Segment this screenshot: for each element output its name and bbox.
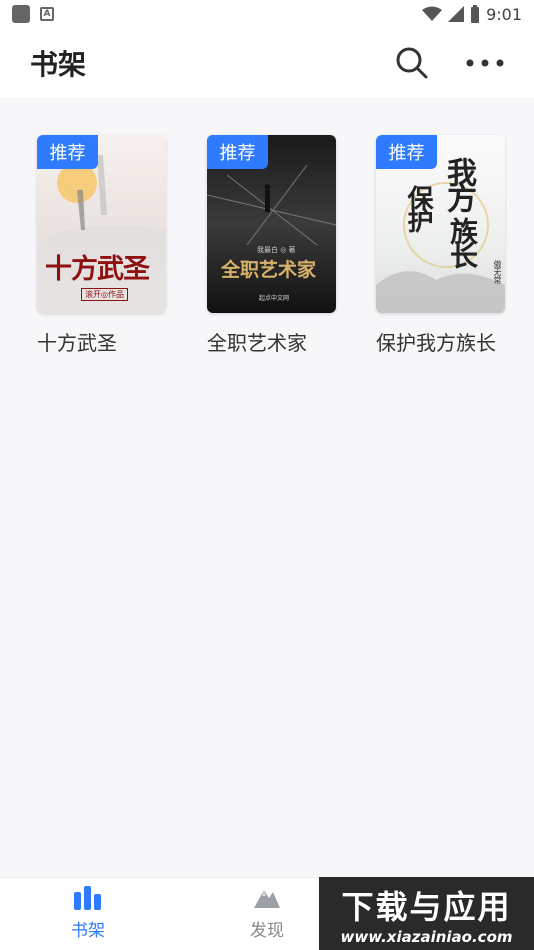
watermark-text: 下载与应用 xyxy=(341,887,512,926)
clock: 9:01 xyxy=(486,4,522,24)
recommend-badge: 推荐 xyxy=(207,135,268,169)
app-header: 书架 xyxy=(0,28,534,98)
book-title: 全职艺术家 xyxy=(207,331,307,355)
cover-publisher: 起点中文网 xyxy=(259,295,290,302)
search-icon xyxy=(396,47,428,79)
cover-author: 傲无常 xyxy=(493,260,502,284)
nav-shelf[interactable]: 书架 xyxy=(48,884,128,941)
book-title: 保护我方族长 xyxy=(376,331,496,355)
cover-title: 全职艺术家 xyxy=(221,259,317,281)
cover-title-b: 保护 xyxy=(403,185,433,229)
book-cover[interactable]: 推荐 我最白 ◎ 著 全职艺术家 起点中文网 xyxy=(207,135,336,313)
recommend-badge: 推荐 xyxy=(37,135,98,169)
a-icon: A xyxy=(40,7,54,21)
mountain-icon xyxy=(254,890,280,908)
cover-title-a: 我方 xyxy=(441,157,476,209)
cover-author: 滚开◎作品 xyxy=(81,288,128,301)
status-bar: A 9:01 xyxy=(0,0,534,28)
battery-icon xyxy=(471,5,480,23)
book-item[interactable]: 推荐 我方 保护 族长 傲无常 保护我方族长 xyxy=(376,135,506,356)
recommend-badge: 推荐 xyxy=(376,135,437,169)
signal-icon xyxy=(448,6,465,22)
wifi-icon xyxy=(422,6,443,21)
more-button[interactable] xyxy=(466,59,504,67)
book-title: 十方武圣 xyxy=(37,331,117,355)
cover-title-c: 族长 xyxy=(446,217,479,265)
nav-discover-label: 发现 xyxy=(250,921,284,941)
watermark-url: www.xiazainiao.com xyxy=(340,927,513,946)
bookshelf-grid: 推荐 十方武圣 滚开◎作品 十方武圣 推荐 我最白 ◎ 著 全职艺术家 起点中文… xyxy=(0,98,534,877)
book-cover[interactable]: 推荐 我方 保护 族长 傲无常 xyxy=(376,135,505,313)
bookshelf-icon xyxy=(74,886,101,910)
cover-author: 我最白 ◎ 著 xyxy=(257,246,296,254)
book-item[interactable]: 推荐 十方武圣 滚开◎作品 十方武圣 xyxy=(37,135,167,356)
nav-shelf-label: 书架 xyxy=(71,921,105,941)
book-cover[interactable]: 推荐 十方武圣 滚开◎作品 xyxy=(37,135,166,313)
cover-title: 十方武圣 xyxy=(45,254,150,285)
notification-icon xyxy=(12,5,30,23)
book-item[interactable]: 推荐 我最白 ◎ 著 全职艺术家 起点中文网 全职艺术家 xyxy=(207,135,337,356)
nav-discover[interactable]: 发现 xyxy=(227,884,307,941)
search-button[interactable] xyxy=(396,47,428,79)
watermark: 下载与应用 www.xiazainiao.com xyxy=(319,877,534,950)
more-icon xyxy=(466,59,504,67)
page-title: 书架 xyxy=(30,48,87,81)
